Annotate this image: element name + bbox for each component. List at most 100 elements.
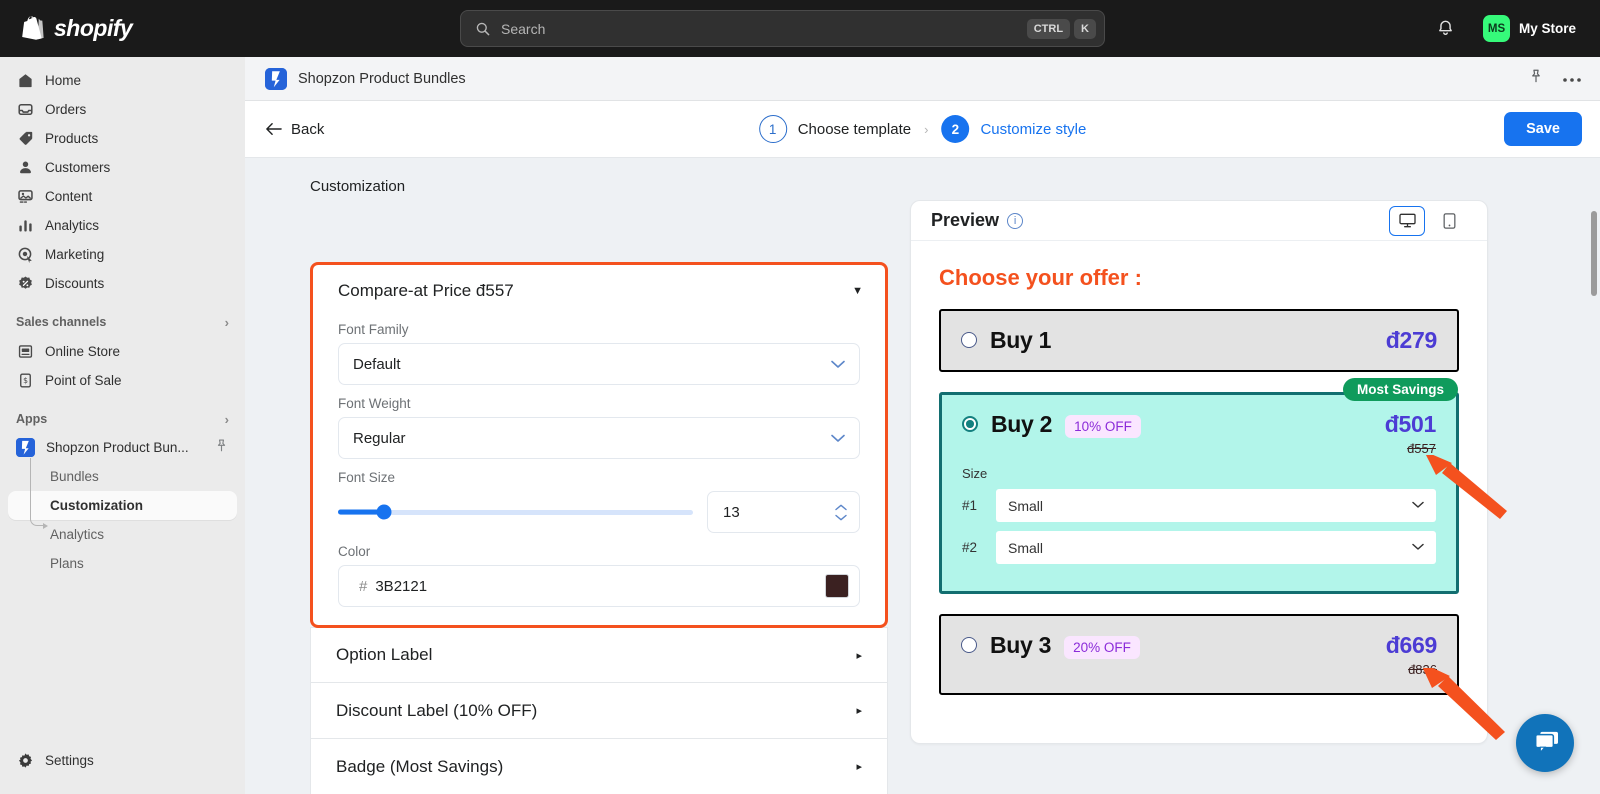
mobile-preview-button[interactable] — [1431, 206, 1467, 236]
store-switcher[interactable]: MS My Store — [1477, 11, 1582, 46]
offer-card-buy-1[interactable]: Buy 1 đ279 — [939, 309, 1459, 372]
offer-heading: Choose your offer : — [939, 265, 1142, 290]
sidebar-section-apps[interactable]: Apps › — [16, 406, 229, 432]
offer-card-buy-2[interactable]: Most Savings Buy 2 10% OFF đ501 đ557 Siz… — [939, 378, 1459, 594]
offer-name: Buy 1 — [990, 327, 1052, 353]
desktop-preview-button[interactable] — [1389, 205, 1425, 236]
field-label: Font Family — [338, 322, 409, 337]
person-icon — [16, 158, 34, 176]
accordion-title: Option Label — [336, 645, 433, 664]
sidebar-item-marketing[interactable]: Marketing — [8, 240, 237, 268]
sidebar-sub-label: Bundles — [50, 469, 99, 484]
discount-badge: 10% OFF — [1065, 415, 1141, 438]
sidebar-item-discounts[interactable]: Discounts — [8, 269, 237, 297]
embedded-app-header: Shopzon Product Bundles — [245, 57, 1600, 101]
arrow-left-icon — [266, 123, 282, 135]
preview-body: Choose your offer : Buy 1 đ279 Most Savi… — [911, 241, 1487, 743]
font-size-stepper[interactable]: 13 — [707, 491, 860, 533]
sidebar-item-plans[interactable]: Plans — [8, 549, 237, 578]
color-swatch[interactable] — [825, 574, 849, 598]
chevron-down-icon — [831, 431, 845, 446]
accordion-title: Compare-at Price đ557 — [338, 281, 514, 300]
offer-price: đ669 — [1385, 632, 1438, 658]
shopzon-app-icon — [16, 437, 35, 457]
accordion-header-compare-at-price[interactable]: Compare-at Price đ557 ▼ — [313, 265, 885, 311]
offer-name: Buy 3 — [990, 632, 1052, 658]
offer-card-buy-3[interactable]: Buy 3 20% OFF đ669 đ836 — [939, 614, 1459, 695]
sidebar-label: Online Store — [45, 343, 121, 359]
offer-radio[interactable] — [961, 637, 977, 653]
global-topbar: shopify Search CTRL K MS My Store — [0, 0, 1600, 57]
gear-icon — [16, 751, 34, 769]
notifications-button[interactable] — [1431, 14, 1461, 44]
sidebar-item-home[interactable]: Home — [8, 66, 237, 94]
app-title: Shopzon Product Bundles — [298, 70, 466, 87]
accordion-discount-label[interactable]: Discount Label (10% OFF) ▸ — [310, 683, 888, 739]
shopify-logo[interactable]: shopify — [20, 15, 133, 43]
sidebar-label: Home — [45, 72, 82, 88]
sidebar-item-content[interactable]: Content — [8, 182, 237, 210]
info-icon[interactable]: i — [1007, 212, 1024, 229]
sidebar-label: Discounts — [45, 275, 105, 291]
font-weight-select[interactable]: Regular — [338, 417, 860, 459]
pin-icon[interactable] — [214, 438, 229, 456]
sidebar-item-online-store[interactable]: Online Store — [8, 337, 237, 365]
pos-icon: $ — [16, 371, 34, 389]
ellipsis-icon[interactable] — [1562, 70, 1582, 88]
chat-widget-button[interactable] — [1516, 714, 1574, 772]
variant-select-1[interactable]: Small — [996, 489, 1436, 522]
sidebar-item-customers[interactable]: Customers — [8, 153, 237, 181]
chevron-down-icon[interactable]: ▼ — [852, 285, 863, 297]
color-input[interactable]: # 3B2121 — [338, 565, 860, 607]
embedded-app-surface: Back 1 Choose template › 2 Customize sty… — [245, 101, 1600, 794]
svg-text:$: $ — [23, 376, 28, 385]
scrollbar-thumb[interactable] — [1591, 211, 1597, 296]
bell-icon — [1439, 20, 1453, 35]
global-search-bar[interactable]: Search CTRL K — [460, 10, 1105, 47]
accordion-title: Badge (Most Savings) — [336, 756, 504, 776]
chevron-right-icon: ▸ — [856, 705, 862, 717]
offer-radio[interactable] — [961, 332, 977, 348]
pin-icon[interactable] — [1528, 68, 1544, 89]
offer-compare-at-price: đ557 — [1407, 441, 1436, 456]
kbd-ctrl: CTRL — [1026, 18, 1071, 39]
field-font-weight: Font Weight Regular — [313, 396, 885, 459]
variant-row-2: #2 Small — [962, 531, 1436, 564]
sidebar-item-point-of-sale[interactable]: $ Point of Sale — [8, 366, 237, 394]
variant-select-2[interactable]: Small — [996, 531, 1436, 564]
page-title: Customization — [310, 178, 406, 195]
chevron-down-icon — [831, 357, 845, 372]
chevron-right-icon: › — [224, 314, 229, 330]
search-icon — [476, 22, 490, 35]
wizard-step-2[interactable]: 2 Customize style — [941, 115, 1086, 143]
back-button[interactable]: Back — [265, 121, 324, 138]
step-label: Customize style — [980, 120, 1087, 138]
sidebar-item-products[interactable]: Products — [8, 124, 237, 152]
sidebar-item-analytics[interactable]: Analytics — [8, 211, 237, 239]
offer-compare-at-price: đ836 — [1408, 662, 1437, 677]
accordion-option-label[interactable]: Option Label ▸ — [310, 627, 888, 683]
font-size-slider[interactable] — [338, 501, 693, 523]
sidebar-item-settings[interactable]: Settings — [8, 746, 237, 774]
most-savings-badge: Most Savings — [1342, 378, 1458, 401]
save-button[interactable]: Save — [1504, 112, 1582, 146]
sidebar-item-orders[interactable]: Orders — [8, 95, 237, 123]
accordion-badge[interactable]: Badge (Most Savings) ▸ — [310, 739, 888, 794]
sidebar-sub-label: Plans — [50, 556, 84, 571]
sidebar-label: Orders — [45, 101, 87, 117]
store-name: My Store — [1518, 21, 1576, 36]
content-icon — [16, 187, 34, 205]
sidebar-section-sales-channels[interactable]: Sales channels › — [16, 309, 229, 335]
chevron-down-icon — [1412, 500, 1424, 512]
discount-icon — [16, 274, 34, 292]
field-font-size: Font Size 13 — [313, 470, 885, 533]
slider-thumb[interactable] — [376, 504, 392, 520]
stepper-arrows[interactable] — [835, 504, 847, 521]
font-family-select[interactable]: Default — [338, 343, 860, 385]
settings-and-preview-columns: Compare-at Price đ557 ▼ Font Family Defa… — [245, 200, 1600, 794]
wizard-step-1[interactable]: 1 Choose template — [758, 115, 911, 143]
step-separator: › — [924, 121, 929, 137]
hash-symbol: # — [359, 577, 368, 595]
discount-badge: 20% OFF — [1064, 636, 1140, 659]
offer-radio-selected[interactable] — [962, 416, 978, 432]
